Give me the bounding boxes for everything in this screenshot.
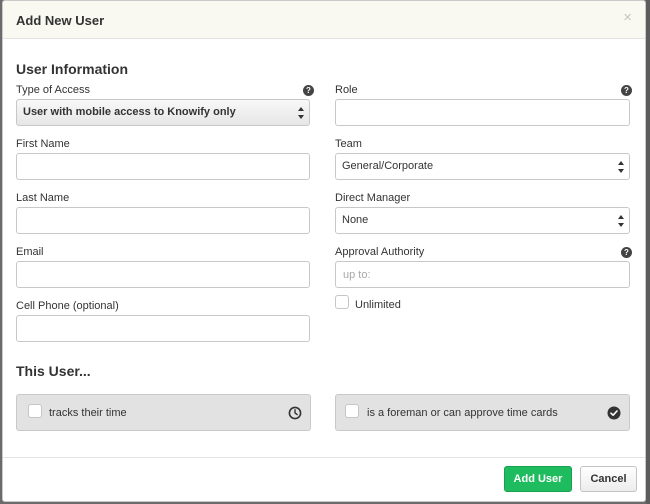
- type-of-access-label: Type of Access: [16, 84, 90, 96]
- type-of-access-value: User with mobile access to Knowify only: [23, 106, 236, 118]
- help-icon-approval-authority[interactable]: ?: [621, 247, 632, 258]
- add-user-button[interactable]: Add User: [504, 466, 572, 492]
- cancel-button[interactable]: Cancel: [580, 466, 637, 492]
- help-icon-role[interactable]: ?: [621, 85, 632, 96]
- role-label: Role: [335, 84, 358, 96]
- modal-footer: Add User Cancel: [3, 457, 645, 501]
- tracks-time-label: tracks their time: [49, 407, 127, 419]
- foreman-label: is a foreman or can approve time cards: [367, 407, 558, 419]
- email-label: Email: [16, 246, 44, 258]
- team-label: Team: [335, 138, 362, 150]
- add-user-modal: Add New User × User Information Type of …: [2, 0, 646, 502]
- direct-manager-value: None: [342, 214, 369, 226]
- tracks-time-checkbox[interactable]: [28, 404, 42, 418]
- last-name-label: Last Name: [16, 192, 70, 204]
- modal-title: Add New User: [16, 13, 105, 28]
- unlimited-checkbox[interactable]: [335, 295, 349, 309]
- direct-manager-label: Direct Manager: [335, 192, 411, 204]
- page-background: [646, 0, 650, 504]
- select-arrows-icon: [618, 161, 624, 173]
- check-circle-icon: [607, 406, 621, 420]
- first-name-label: First Name: [16, 138, 70, 150]
- role-input[interactable]: [335, 99, 630, 126]
- clock-icon: [288, 406, 302, 420]
- approval-authority-input[interactable]: [335, 261, 630, 288]
- direct-manager-select[interactable]: None: [335, 207, 630, 234]
- select-arrows-icon: [618, 215, 624, 227]
- section-title-user-information: User Information: [16, 61, 129, 77]
- first-name-input[interactable]: [16, 153, 310, 180]
- last-name-input[interactable]: [16, 207, 310, 234]
- foreman-option[interactable]: is a foreman or can approve time cards: [335, 394, 630, 431]
- team-value: General/Corporate: [342, 160, 434, 172]
- foreman-checkbox[interactable]: [345, 404, 359, 418]
- close-icon[interactable]: ×: [623, 10, 632, 26]
- select-arrows-icon: [298, 107, 304, 119]
- cell-phone-input[interactable]: [16, 315, 310, 342]
- cell-phone-label: Cell Phone (optional): [16, 300, 119, 312]
- tracks-time-option[interactable]: tracks their time: [16, 394, 311, 431]
- team-select[interactable]: General/Corporate: [335, 153, 630, 180]
- modal-header: Add New User ×: [3, 1, 645, 39]
- type-of-access-select[interactable]: User with mobile access to Knowify only: [16, 99, 310, 126]
- section-title-this-user: This User...: [16, 363, 91, 379]
- approval-authority-label: Approval Authority: [335, 246, 425, 258]
- help-icon-type-of-access[interactable]: ?: [303, 85, 314, 96]
- unlimited-label: Unlimited: [355, 299, 401, 311]
- email-input[interactable]: [16, 261, 310, 288]
